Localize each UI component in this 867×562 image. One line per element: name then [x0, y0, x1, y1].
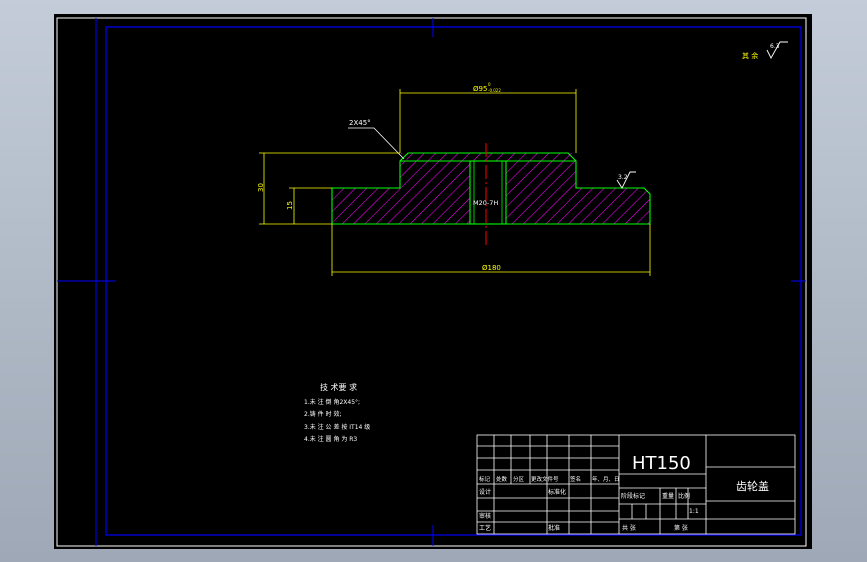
tech-req-item-2: 2.铸 件 时 效;	[304, 410, 341, 418]
title-material: HT150	[632, 453, 691, 474]
title-review: 审核	[479, 512, 491, 520]
title-row-label-mark: 标记	[479, 475, 491, 483]
dim-top-diameter	[399, 89, 577, 153]
chamfer-leader	[348, 127, 405, 160]
surface-finish-other-label: 其 余	[742, 51, 758, 60]
title-design: 设计	[479, 488, 491, 496]
title-standardize: 标准化	[548, 488, 566, 496]
title-row-label-change: 更改文件号	[531, 475, 559, 483]
title-row-label-count: 处数	[496, 475, 508, 483]
dim-height-total-text: 30	[257, 183, 265, 192]
dim-top-tol-upper: 0	[488, 82, 491, 87]
title-scale-value: 1:1	[689, 508, 699, 515]
tech-req-item-1: 1.未 注 倒 角2X45°;	[304, 398, 360, 406]
cad-viewport[interactable]: 其 余 6.3 Ø95 0 -0.022 2X45° 30 15 M20-7H	[54, 14, 812, 549]
threaded-hole	[469, 160, 507, 225]
title-part-name: 齿轮盖	[736, 479, 769, 493]
engineering-drawing: 其 余 6.3 Ø95 0 -0.022 2X45° 30 15 M20-7H	[56, 17, 807, 547]
title-process: 工艺	[479, 524, 491, 532]
dim-height-flange-text: 15	[286, 201, 294, 210]
chamfer-text: 2X45°	[349, 119, 371, 127]
inner-frame	[105, 26, 802, 536]
title-sheet-no: 第 张	[674, 524, 688, 532]
tech-req-item-4: 4.未 注 圆 角 为 R3	[304, 435, 357, 443]
title-stage-label: 阶段标记	[621, 492, 645, 500]
title-row-label-date: 年、月、日	[592, 475, 620, 483]
title-weight: 重量	[662, 492, 674, 500]
outer-frame	[56, 17, 807, 547]
dim-top-diameter-text: Ø95	[473, 85, 487, 93]
tech-req-title: 技 术要 求	[320, 382, 357, 392]
dim-top-tol-lower: -0.022	[488, 88, 501, 93]
dim-bottom-diameter-text: Ø180	[482, 264, 501, 272]
title-sheets-total: 共 张	[622, 524, 636, 532]
surface-finish-other-value: 6.3	[770, 43, 780, 50]
title-approve: 批准	[548, 524, 560, 532]
tech-req-item-3: 3.未 注 公 差 按 IT14 级	[304, 423, 370, 431]
title-row-label-sign: 签名	[570, 475, 581, 483]
title-row-label-zone: 分区	[513, 475, 525, 483]
title-scale: 比例	[678, 492, 690, 500]
dim-height-flange	[289, 187, 332, 224]
thread-callout: M20-7H	[473, 199, 498, 207]
surface-finish-flange-value: 3.2	[618, 174, 628, 181]
